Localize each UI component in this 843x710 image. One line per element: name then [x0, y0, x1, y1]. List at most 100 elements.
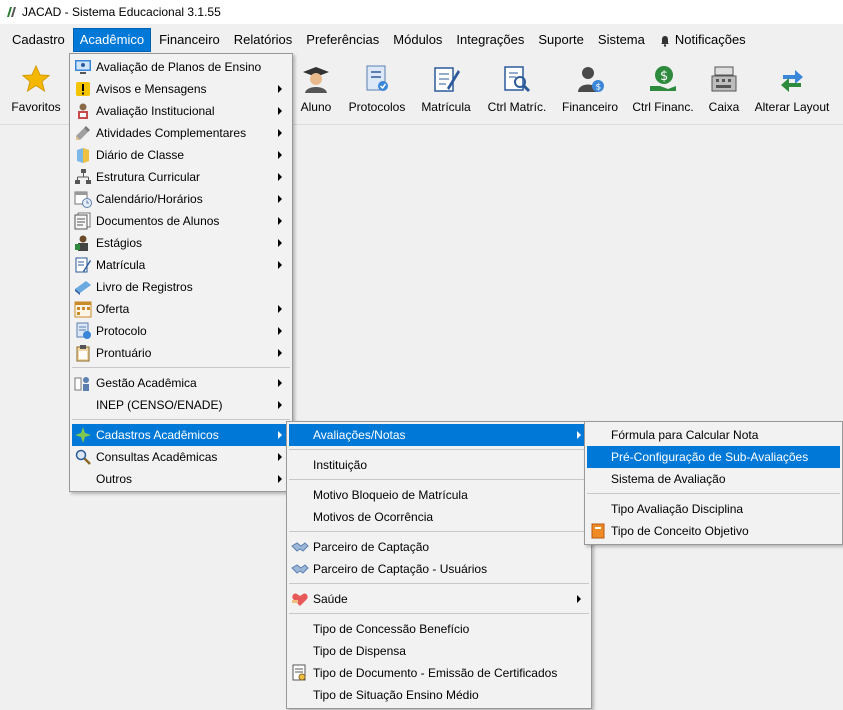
edit-document-icon: [75, 257, 91, 273]
cadastros-academicos-submenu: Avaliações/Notas Instituição Motivo Bloq…: [286, 421, 592, 709]
management-icon: [74, 377, 89, 391]
toolbar-ctrl-matric-label: Ctrl Matríc.: [487, 100, 547, 114]
menu-separator: [72, 419, 290, 420]
menu-item-avaliacao-planos[interactable]: Avaliação de Planos de Ensino: [72, 56, 290, 78]
submenu-item-tipo-concessao-beneficio[interactable]: Tipo de Concessão Benefício: [289, 618, 589, 640]
submenu-item-tipo-avaliacao-disciplina[interactable]: Tipo Avaliação Disciplina: [587, 498, 840, 520]
menu-item-outros[interactable]: Outros: [72, 468, 290, 490]
menu-item-label: Livro de Registros: [96, 280, 193, 294]
menu-item-label: Pré-Configuração de Sub-Avaliações: [611, 450, 809, 464]
protocol-icon: [76, 322, 91, 339]
submenu-item-tipo-documento-certificados[interactable]: Tipo de Documento - Emissão de Certifica…: [289, 662, 589, 684]
menu-item-label: Calendário/Horários: [96, 192, 203, 206]
notificacoes-label: Notificações: [674, 32, 746, 47]
menu-item-avaliacao-institucional[interactable]: Avaliação Institucional: [72, 100, 290, 122]
hierarchy-icon: [75, 169, 91, 184]
submenu-arrow-icon: [278, 107, 282, 115]
submenu-arrow-icon: [278, 401, 282, 409]
menu-item-estrutura-curricular[interactable]: Estrutura Curricular: [72, 166, 290, 188]
submenu-arrow-icon: [278, 217, 282, 225]
submenu-arrow-icon: [278, 475, 282, 483]
menu-item-label: Tipo Avaliação Disciplina: [611, 502, 744, 516]
menu-item-livro-registros[interactable]: Livro de Registros: [72, 276, 290, 298]
jacad-logo-icon: [7, 7, 16, 17]
menu-item-calendario-horarios[interactable]: Calendário/Horários: [72, 188, 290, 210]
submenu-arrow-icon: [278, 173, 282, 181]
toolbar-financeiro-button[interactable]: $ Financeiro: [558, 56, 622, 124]
menu-item-prontuario[interactable]: Prontuário: [72, 342, 290, 364]
submenu-item-parceiro-captacao[interactable]: Parceiro de Captação: [289, 536, 589, 558]
menu-separator: [289, 583, 589, 584]
menu-item-avisos-mensagens[interactable]: Avisos e Mensagens: [72, 78, 290, 100]
toolbar-protocolos-button[interactable]: Protocolos: [344, 56, 410, 124]
menu-item-label: Prontuário: [96, 346, 152, 360]
menu-item-consultas-academicas[interactable]: Consultas Acadêmicas: [72, 446, 290, 468]
submenu-item-sistema-avaliacao[interactable]: Sistema de Avaliação: [587, 468, 840, 490]
toolbar-ctrl-matric-button[interactable]: Ctrl Matríc.: [484, 56, 550, 124]
menu-item-oferta[interactable]: Oferta: [72, 298, 290, 320]
toolbar-matricula-label: Matrícula: [421, 100, 471, 114]
menu-item-label: Fórmula para Calcular Nota: [611, 428, 759, 442]
menu-item-gestao-academica[interactable]: Gestão Acadêmica: [72, 372, 290, 394]
calendar-grid-icon: [74, 301, 92, 318]
toolbar-financeiro-label: Financeiro: [561, 100, 619, 114]
menu-notificacoes[interactable]: Notificações: [653, 29, 752, 51]
toolbar-aluno-button[interactable]: Aluno: [294, 56, 338, 124]
menu-item-label: Motivos de Ocorrência: [313, 510, 434, 524]
submenu-item-tipo-dispensa[interactable]: Tipo de Dispensa: [289, 640, 589, 662]
menu-item-cadastros-academicos[interactable]: Cadastros Acadêmicos: [72, 424, 290, 446]
submenu-item-formula-calcular-nota[interactable]: Fórmula para Calcular Nota: [587, 424, 840, 446]
menu-suporte[interactable]: Suporte: [532, 29, 590, 51]
menu-cadastro[interactable]: Cadastro: [6, 29, 71, 51]
submenu-arrow-icon: [278, 261, 282, 269]
submenu-item-parceiro-captacao-usuarios[interactable]: Parceiro de Captação - Usuários: [289, 558, 589, 580]
student-icon: [303, 67, 329, 93]
submenu-item-motivo-bloqueio[interactable]: Motivo Bloqueio de Matrícula: [289, 484, 589, 506]
submenu-item-motivos-ocorrencia[interactable]: Motivos de Ocorrência: [289, 506, 589, 528]
menu-item-label: Documentos de Alunos: [96, 214, 220, 228]
menu-integracoes[interactable]: Integrações: [450, 29, 530, 51]
health-heart-icon: [292, 593, 308, 606]
toolbar-caixa-button[interactable]: Caixa: [704, 56, 744, 124]
submenu-arrow-icon: [278, 239, 282, 247]
protocol-document-icon: [366, 65, 388, 91]
submenu-item-tipo-situacao-ensino-medio[interactable]: Tipo de Situação Ensino Médio: [289, 684, 589, 706]
submenu-item-avaliacoes-notas[interactable]: Avaliações/Notas: [289, 424, 589, 446]
menu-item-label: Avaliações/Notas: [313, 428, 406, 442]
finance-person-icon: $: [578, 67, 604, 93]
toolbar-matricula-button[interactable]: Matrícula: [416, 56, 476, 124]
menu-item-matricula[interactable]: Matrícula: [72, 254, 290, 276]
menu-sistema[interactable]: Sistema: [592, 29, 651, 51]
menu-item-atividades-complementares[interactable]: Atividades Complementares: [72, 122, 290, 144]
toolbar-alterar-layout-button[interactable]: Alterar Layout: [752, 56, 832, 124]
toolbar-favoritos-button[interactable]: Favoritos: [6, 56, 66, 124]
menu-financeiro[interactable]: Financeiro: [153, 29, 226, 51]
menu-academico[interactable]: Acadêmico: [72, 28, 152, 52]
menu-item-estagios[interactable]: Estágios: [72, 232, 290, 254]
submenu-item-saude[interactable]: Saúde: [289, 588, 589, 610]
submenu-arrow-icon: [278, 349, 282, 357]
toolbar-protocolos-label: Protocolos: [348, 100, 406, 114]
menu-item-label: Cadastros Acadêmicos: [96, 428, 219, 442]
submenu-item-instituicao[interactable]: Instituição: [289, 454, 589, 476]
menu-item-diario-classe[interactable]: Diário de Classe: [72, 144, 290, 166]
menu-item-label: Motivo Bloqueio de Matrícula: [313, 488, 468, 502]
submenu-arrow-icon: [278, 431, 282, 439]
menu-preferencias[interactable]: Preferências: [300, 29, 385, 51]
menu-item-documentos-alunos[interactable]: Documentos de Alunos: [72, 210, 290, 232]
submenu-item-pre-configuracao-sub-avaliacoes[interactable]: Pré-Configuração de Sub-Avaliações: [587, 446, 840, 468]
certificate-document-icon: [292, 664, 306, 681]
menu-item-label: Matrícula: [96, 258, 146, 272]
menu-modulos[interactable]: Módulos: [387, 29, 448, 51]
submenu-item-tipo-conceito-objetivo[interactable]: Tipo de Conceito Objetivo: [587, 520, 840, 542]
money-hand-icon: $: [650, 66, 676, 91]
menu-item-label: Avisos e Mensagens: [96, 82, 207, 96]
menu-item-protocolo[interactable]: Protocolo: [72, 320, 290, 342]
menu-item-label: Avaliação de Planos de Ensino: [96, 60, 262, 74]
menu-relatorios[interactable]: Relatórios: [228, 29, 299, 51]
toolbar-ctrl-financ-button[interactable]: $ Ctrl Financ.: [628, 56, 698, 124]
menu-separator: [289, 613, 589, 614]
menu-item-inep[interactable]: INEP (CENSO/ENADE): [72, 394, 290, 416]
submenu-arrow-icon: [278, 305, 282, 313]
menu-item-label: Tipo de Concessão Benefício: [313, 622, 470, 636]
